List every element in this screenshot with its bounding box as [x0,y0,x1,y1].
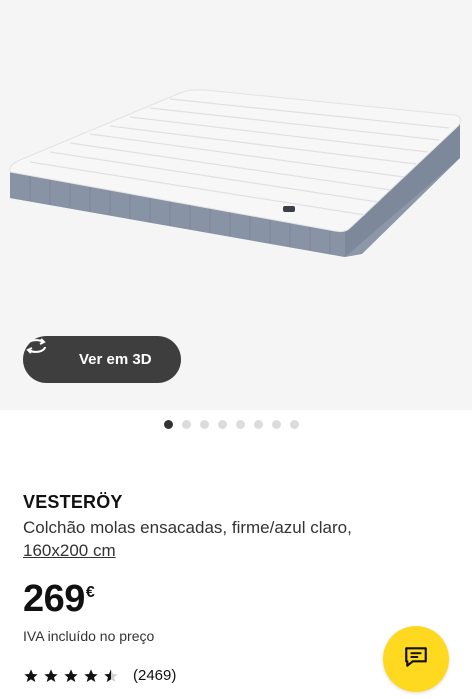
rating-count: (2469) [133,667,177,684]
chat-button[interactable] [383,626,449,692]
price-amount: 269 [23,578,85,620]
gallery-dot-7[interactable] [272,420,281,429]
tax-note: IVA incluído no preço [23,628,155,644]
product-description: Colchão molas ensacadas, firme/azul clar… [23,516,443,562]
gallery-dot-2[interactable] [182,420,191,429]
product-name: VESTERÖY [23,492,123,512]
star-icon [83,668,99,684]
chat-icon [403,644,429,675]
view-3d-button[interactable]: Ver em 3D [23,336,181,383]
product-image-gallery[interactable]: Ver em 3D [0,0,472,410]
gallery-dot-1[interactable] [164,420,173,429]
gallery-dot-6[interactable] [254,420,263,429]
star-icon [43,668,59,684]
product-description-text: Colchão molas ensacadas, firme/azul clar… [23,518,352,537]
product-price: 269€ [23,578,95,621]
rotate-3d-icon [26,338,69,370]
view-3d-label: Ver em 3D [79,351,152,368]
price-currency: € [85,584,95,601]
gallery-dot-3[interactable] [200,420,209,429]
gallery-dot-8[interactable] [290,420,299,429]
product-size-link[interactable]: 160x200 cm [23,539,443,562]
product-rating[interactable]: (2469) [23,667,176,684]
gallery-dot-5[interactable] [236,420,245,429]
star-icon [63,668,79,684]
gallery-dot-4[interactable] [218,420,227,429]
star-half-icon [103,668,119,684]
star-icon [23,668,39,684]
gallery-pagination [164,420,299,429]
